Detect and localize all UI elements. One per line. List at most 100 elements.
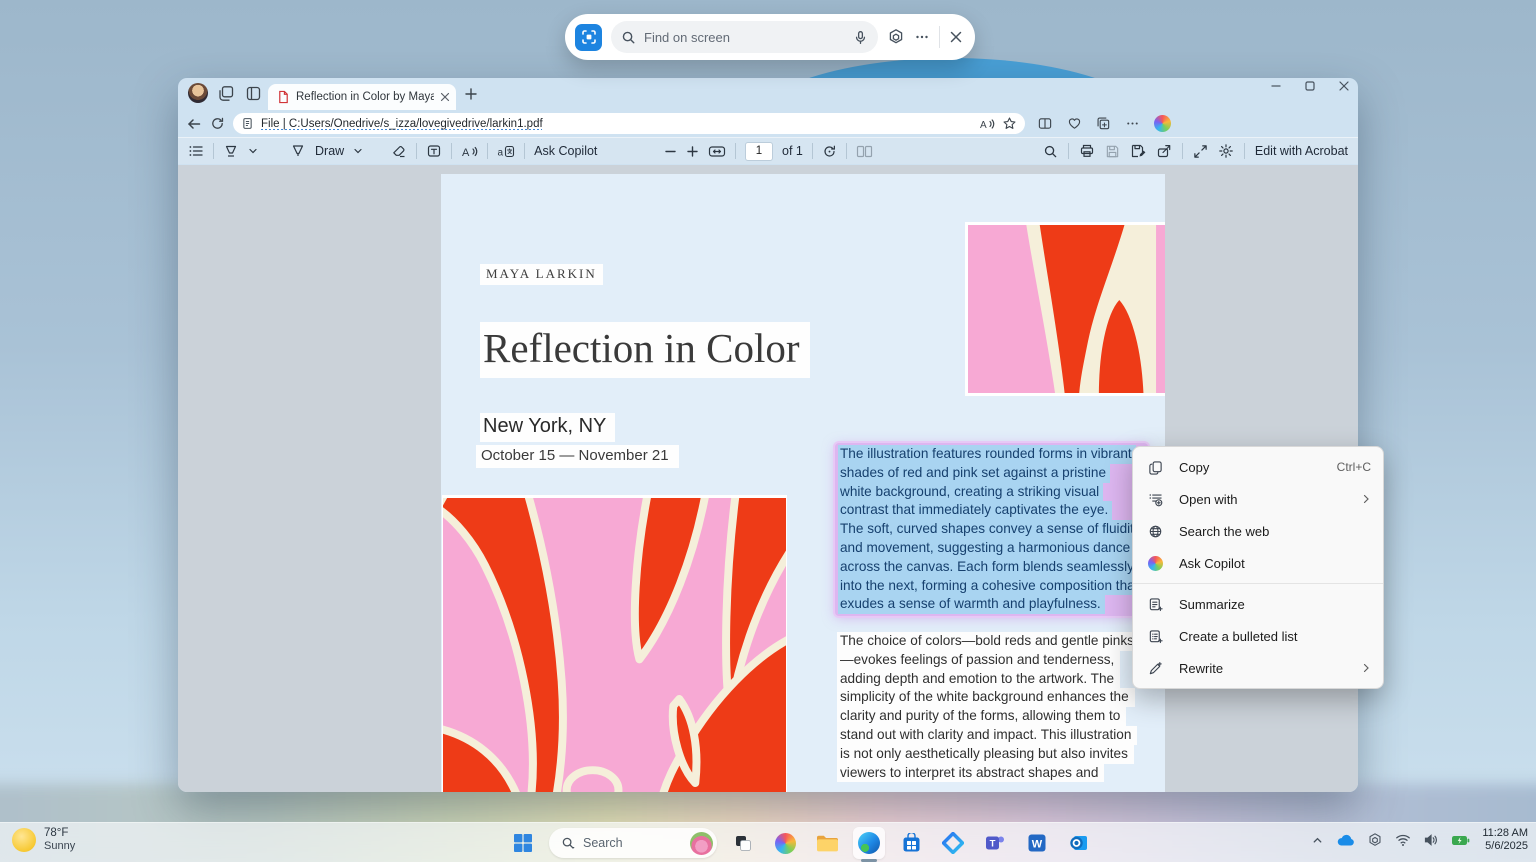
word-icon[interactable]: W (1021, 827, 1053, 859)
page-number-input[interactable]: 1 (745, 141, 773, 161)
collections-icon[interactable] (1096, 116, 1111, 131)
pdf-search-icon[interactable] (1043, 144, 1058, 159)
back-icon[interactable] (186, 116, 202, 132)
ask-copilot-button[interactable]: Ask Copilot (534, 144, 597, 158)
selected-paragraph[interactable]: The illustration features rounded forms … (835, 443, 1148, 617)
refresh-icon[interactable] (210, 116, 225, 131)
fit-to-width-icon[interactable] (708, 144, 726, 159)
open-with-icon (1147, 492, 1164, 507)
edit-with-acrobat-button[interactable]: Edit with Acrobat (1255, 144, 1348, 158)
menu-item-ask-copilot[interactable]: Ask Copilot (1133, 547, 1383, 579)
battery-icon[interactable] (1451, 834, 1470, 847)
outlook-icon[interactable] (1063, 827, 1095, 859)
table-of-contents-icon[interactable] (188, 143, 204, 159)
tab-actions-icon[interactable] (245, 85, 262, 102)
browser-essentials-icon[interactable] (1067, 116, 1082, 131)
file-explorer-icon[interactable] (811, 827, 843, 859)
tab-close-icon[interactable] (440, 92, 450, 102)
wifi-icon[interactable] (1395, 833, 1411, 847)
window-close-icon[interactable] (1338, 80, 1350, 92)
menu-item-copy[interactable]: Copy Ctrl+C (1133, 451, 1383, 483)
eraser-icon[interactable] (391, 143, 407, 159)
artwork-top-right (965, 222, 1165, 396)
artwork-bottom-left (442, 495, 787, 792)
print-icon[interactable] (1079, 143, 1095, 159)
selected-line: The soft, curved shapes convey a sense o… (838, 520, 1145, 539)
m365-copilot-icon[interactable] (937, 827, 969, 859)
start-button[interactable] (507, 827, 539, 859)
zoom-in-icon[interactable] (686, 145, 699, 158)
rotate-icon[interactable] (822, 144, 837, 159)
task-view-button[interactable] (727, 827, 759, 859)
favorites-star-icon[interactable] (1002, 116, 1017, 131)
zoom-out-icon[interactable] (664, 145, 677, 158)
share-icon[interactable] (1156, 143, 1172, 159)
page-view-icon[interactable] (856, 144, 873, 159)
read-aloud-pdf-icon[interactable]: A (461, 144, 478, 159)
find-on-screen-input[interactable]: Find on screen (611, 21, 878, 53)
taskbar-clock[interactable]: 11:28 AM 5/6/2025 (1482, 827, 1528, 853)
address-bar-row: File | C:Users/Onedrive/s_izza/lovegived… (178, 110, 1358, 137)
doc-location: New York, NY (480, 413, 616, 442)
menu-item-bulleted-list[interactable]: Create a bulleted list (1133, 620, 1383, 652)
draw-pen-icon[interactable] (290, 143, 306, 159)
find-on-screen-placeholder: Find on screen (644, 29, 730, 45)
browser-titlebar: Reflection in Color by Maya Lark (178, 78, 1358, 110)
tray-hexagon-icon[interactable] (1367, 832, 1383, 848)
fullscreen-icon[interactable] (1193, 144, 1208, 159)
maximize-icon[interactable] (1304, 80, 1316, 92)
menu-item-summarize[interactable]: Summarize (1133, 588, 1383, 620)
doc-title: Reflection in Color (480, 322, 810, 378)
settings-more-icon[interactable] (1125, 116, 1140, 131)
divider (1181, 143, 1183, 159)
menu-item-open-with[interactable]: Open with (1133, 483, 1383, 515)
more-options-icon[interactable] (914, 29, 930, 45)
bulleted-list-icon (1147, 629, 1164, 644)
edge-taskbar-icon[interactable] (853, 827, 885, 862)
screen-capture-icon[interactable] (575, 23, 602, 51)
copilot-menu-icon (1147, 555, 1164, 571)
highlighter-dropdown-icon[interactable] (248, 146, 258, 156)
highlighter-icon[interactable] (223, 143, 239, 159)
address-bar[interactable]: File | C:Users/Onedrive/s_izza/lovegived… (233, 113, 1025, 134)
taskbar: 78°F Sunny Search T W 11:28 AM 5/6/2025 (0, 822, 1536, 862)
taskbar-search-box[interactable]: Search (549, 828, 717, 858)
taskbar-copilot-icon[interactable] (769, 827, 801, 859)
copilot-icon[interactable] (1154, 115, 1171, 132)
search-icon (621, 30, 636, 45)
split-screen-icon[interactable] (1037, 116, 1053, 131)
add-text-icon[interactable] (426, 143, 442, 159)
weather-widget[interactable]: 78°F Sunny (12, 827, 75, 853)
summarize-icon (1147, 597, 1164, 612)
copilot-vision-settings-icon[interactable] (887, 28, 905, 46)
workspaces-icon[interactable] (218, 85, 235, 102)
taskbar-search-placeholder: Search (583, 836, 623, 850)
menu-item-rewrite[interactable]: Rewrite (1133, 652, 1383, 684)
translate-icon[interactable]: a (497, 144, 515, 159)
divider (939, 26, 940, 48)
minimize-icon[interactable] (1270, 80, 1282, 92)
divider (213, 143, 214, 159)
pdf-settings-gear-icon[interactable] (1218, 143, 1234, 159)
read-aloud-icon[interactable]: A (979, 117, 995, 131)
save-as-icon[interactable] (1130, 143, 1146, 159)
teams-icon[interactable]: T (979, 827, 1011, 859)
microsoft-store-icon[interactable] (895, 827, 927, 859)
profile-avatar[interactable] (188, 83, 208, 103)
browser-tab[interactable]: Reflection in Color by Maya Lark (268, 84, 456, 110)
volume-icon[interactable] (1423, 833, 1439, 847)
menu-divider (1133, 583, 1383, 584)
new-tab-icon[interactable] (464, 87, 478, 101)
save-icon[interactable] (1105, 144, 1120, 159)
body-line: simplicity of the white background enhan… (837, 688, 1135, 708)
file-badge-icon[interactable] (241, 117, 254, 130)
draw-label[interactable]: Draw (315, 144, 344, 158)
menu-item-search-web[interactable]: Search the web (1133, 515, 1383, 547)
selected-line: exudes a sense of warmth and playfulness… (838, 595, 1105, 615)
tray-chevron-up-icon[interactable] (1311, 834, 1324, 847)
tab-title: Reflection in Color by Maya Lark (296, 91, 434, 103)
draw-dropdown-icon[interactable] (353, 146, 363, 156)
onedrive-icon[interactable] (1336, 833, 1355, 847)
microphone-icon[interactable] (853, 30, 868, 45)
close-icon[interactable] (949, 30, 963, 44)
